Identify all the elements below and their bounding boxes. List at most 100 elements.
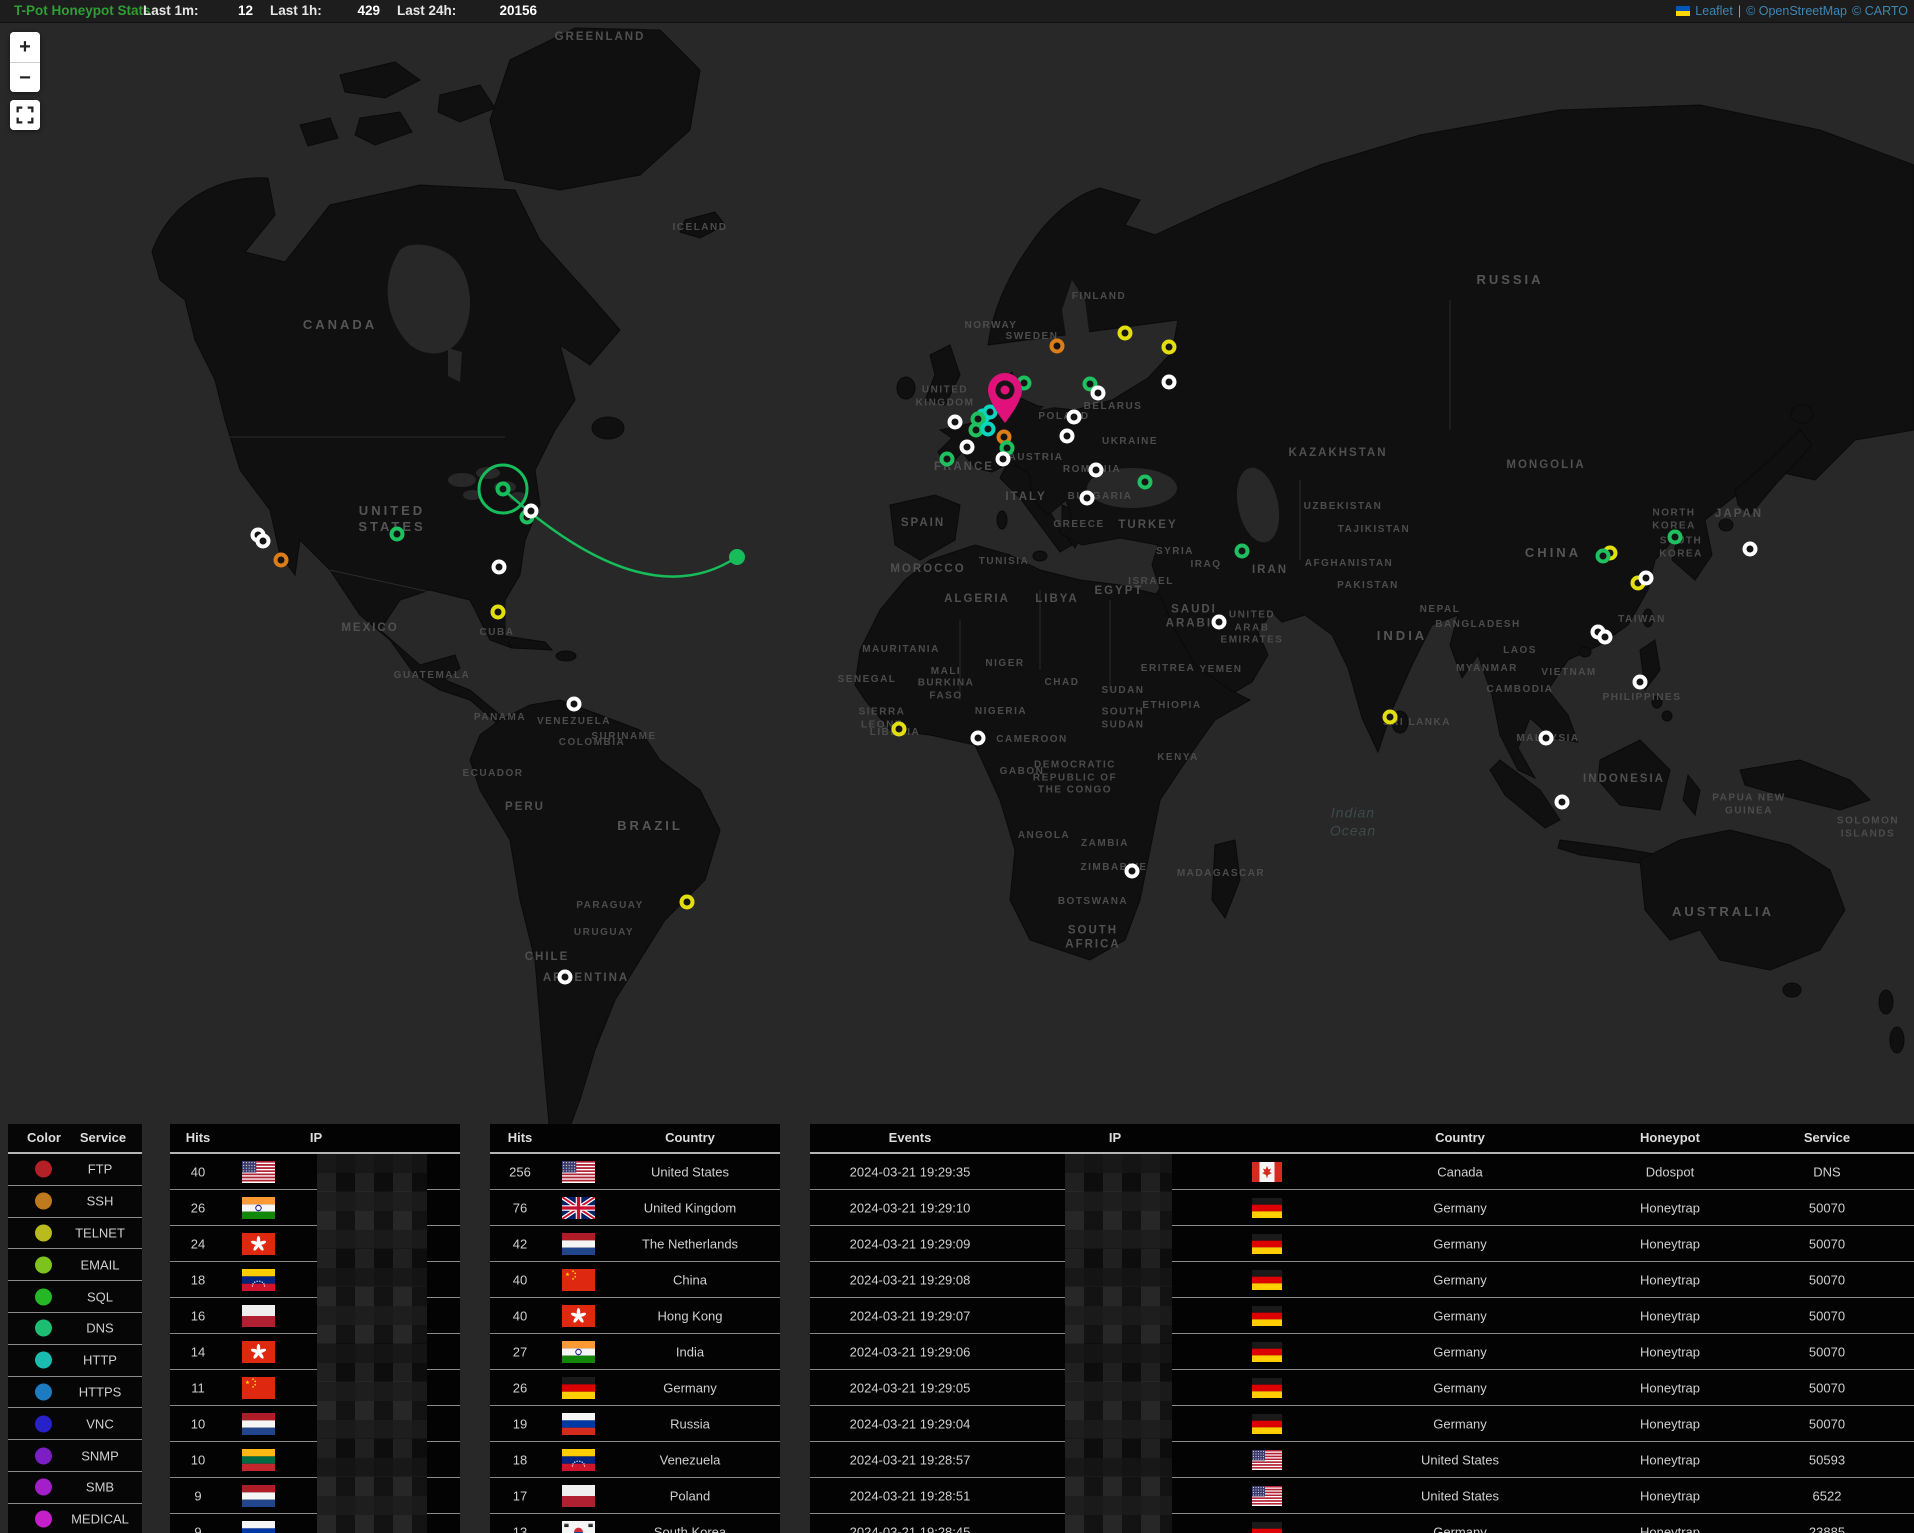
attack-marker-dot[interactable] [1383,710,1398,725]
map-pin-marker[interactable] [988,373,1022,428]
hk-flag-icon [242,1233,275,1255]
country-value: The Netherlands [600,1236,780,1251]
attack-marker-dot[interactable] [1050,339,1065,354]
nl-flag-icon [562,1233,595,1255]
honeypot-value: Honeytrap [1570,1416,1770,1431]
attack-marker-dot[interactable] [940,452,955,467]
country-value: United States [1350,1488,1570,1503]
hits-value: 40 [170,1164,226,1179]
honeypot-header: Honeypot [1570,1124,1770,1152]
attack-marker-dot[interactable] [256,534,271,549]
table-row: 42 The Netherlands [490,1226,780,1262]
attack-marker-dot[interactable] [1598,630,1613,645]
attack-marker-dot[interactable] [1125,864,1140,879]
attack-marker-dot[interactable] [960,440,975,455]
table-row: 2024-03-21 19:29:35CanadaDdospotDNS [810,1154,1914,1190]
attack-marker-dot[interactable] [996,452,1011,467]
service-value: DNS [1777,1164,1877,1179]
table-row: 13South Korea [490,1514,780,1533]
country-value: United States [600,1164,780,1179]
attack-marker-dot[interactable] [1743,542,1758,557]
hits-value: 11 [170,1380,226,1395]
de-flag-icon [1252,1378,1282,1398]
osm-link[interactable]: © OpenStreetMap [1746,4,1847,18]
attack-marker-dot[interactable] [1235,544,1250,559]
service-label: FTP [58,1162,142,1177]
pl-flag-icon [242,1305,275,1327]
attack-marker-dot[interactable] [1091,386,1106,401]
event-timestamp: 2024-03-21 19:29:05 [810,1380,1010,1395]
table-row: EMAIL [8,1249,142,1281]
legend-header: Color Service [8,1124,142,1154]
country-value: Canada [1350,1164,1570,1179]
zoom-in-button[interactable]: + [10,32,40,62]
service-header: Service [1777,1124,1877,1152]
attack-marker-dot[interactable] [1539,731,1554,746]
hits-value: 42 [490,1236,550,1251]
attack-marker-dot[interactable] [491,605,506,620]
attack-marker-dot[interactable] [390,527,405,542]
table-row: FTP [8,1154,142,1186]
last-24h-label: Last 24h: [397,0,456,22]
table-row: 2024-03-21 19:29:07GermanyHoneytrap50070 [810,1298,1914,1334]
honeypot-value: Honeytrap [1570,1488,1770,1503]
attack-marker-dot[interactable] [274,553,289,568]
us-flag-icon [562,1161,595,1183]
last-1m-value: 12 [200,0,253,22]
attack-marker-dot[interactable] [680,895,695,910]
attack-marker-dot[interactable] [1080,491,1095,506]
attack-marker-dot[interactable] [1067,410,1082,425]
ca-flag-icon [1252,1162,1282,1182]
in-flag-icon [242,1197,275,1219]
events-header-label: Events [810,1124,1010,1152]
service-color-dot [35,1320,52,1337]
hits-header: Hits [490,1124,550,1152]
de-flag-icon [1252,1234,1282,1254]
attack-marker-dot[interactable] [1138,475,1153,490]
hits-value: 24 [170,1236,226,1251]
attack-marker-dot[interactable] [1089,463,1104,478]
service-label: SNMP [58,1448,142,1463]
service-color-dot [35,1256,52,1273]
attack-marker-dot[interactable] [1162,375,1177,390]
hits-value: 26 [170,1200,226,1215]
events-header: Events IP Country Honeypot Service [810,1124,1914,1154]
attack-marker-dot[interactable] [524,504,539,519]
fullscreen-button[interactable] [10,100,40,130]
attack-marker-dot[interactable] [971,731,986,746]
ve-flag-icon [242,1269,275,1291]
table-row: 18Venezuela [490,1442,780,1478]
attack-marker-dot[interactable] [1633,675,1648,690]
attack-marker-dot[interactable] [1596,549,1611,564]
attack-marker-dot[interactable] [1212,615,1227,630]
top-stats-bar: T-Pot Honeypot Stats Last 1m: 12 Last 1h… [0,0,1914,23]
attack-marker-dot[interactable] [558,970,573,985]
attack-marker-dot[interactable] [1668,530,1683,545]
carto-link[interactable]: © CARTO [1852,4,1908,18]
attack-marker-dot[interactable] [567,697,582,712]
service-value: 50593 [1777,1452,1877,1467]
country-value: Germany [1350,1308,1570,1323]
zoom-out-button[interactable]: − [10,62,40,92]
attack-source-dot[interactable] [496,482,511,497]
attack-marker-dot[interactable] [1118,326,1133,341]
table-row: SSH [8,1186,142,1218]
table-row: 2024-03-21 19:28:45GermanyHoneytrap23885 [810,1514,1914,1533]
attack-marker-dot[interactable] [1639,571,1654,586]
attack-marker-dot[interactable] [1555,795,1570,810]
attack-marker-dot[interactable] [492,560,507,575]
hits-value: 40 [490,1308,550,1323]
table-row: 27India [490,1334,780,1370]
leaflet-link[interactable]: Leaflet [1695,4,1733,18]
attack-marker-dot[interactable] [948,415,963,430]
blurred-ip-column [317,1154,427,1533]
attack-marker-dot[interactable] [892,722,907,737]
attack-marker-dot[interactable] [1060,429,1075,444]
de-flag-icon [1252,1414,1282,1434]
service-value: 50070 [1777,1236,1877,1251]
table-row: 2024-03-21 19:29:05GermanyHoneytrap50070 [810,1370,1914,1406]
table-row: 40Hong Kong [490,1298,780,1334]
ukraine-flag-icon [1676,6,1690,16]
service-color-dot [35,1224,52,1241]
attack-marker-dot[interactable] [1162,340,1177,355]
